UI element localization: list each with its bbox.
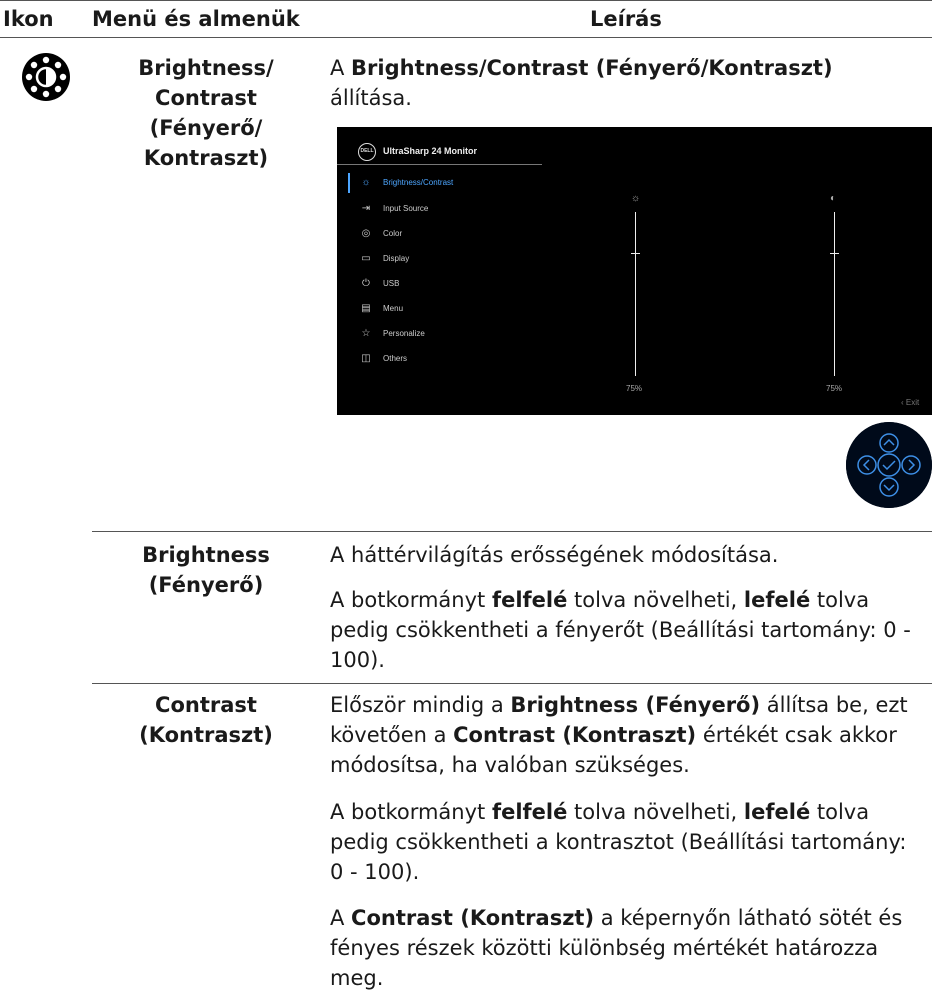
sun-icon: ☼: [361, 177, 371, 188]
description-brightness: A háttérvilágítás erősségének módosítása…: [330, 540, 920, 570]
menu-line: Kontraszt): [143, 146, 269, 170]
description-brightness-contrast: A Brightness/Contrast (Fényerő/Kontraszt…: [330, 53, 920, 113]
star-icon: ☆: [361, 328, 371, 339]
menu-brightness-contrast: Brightness/ Contrast (Fényerő/ Kontraszt…: [96, 53, 316, 173]
description-contrast-joystick: A botkormányt felfelé tolva növelheti, l…: [330, 797, 920, 887]
row-divider: [92, 531, 932, 532]
description-contrast-definition: A Contrast (Kontraszt) a képernyőn látha…: [330, 903, 920, 993]
row-divider: [92, 683, 932, 684]
brightness-contrast-icon: [20, 51, 72, 103]
osd-item-others[interactable]: ◫ Others: [337, 350, 537, 370]
desc-text: tolva növelheti,: [567, 800, 744, 824]
desc-bold: Contrast (Kontraszt): [453, 723, 697, 747]
description-contrast-order: Először mindig a Brightness (Fényerő) ál…: [330, 690, 920, 780]
desc-text: A botkormányt: [330, 588, 492, 612]
exit-button[interactable]: ‹ Exit: [901, 398, 919, 407]
desc-text: A: [330, 906, 352, 930]
menu-icon: ▤: [361, 303, 371, 314]
osd-item-personalize[interactable]: ☆ Personalize: [337, 325, 537, 345]
osd-screenshot: DELL UltraSharp 24 Monitor ☼ Brightness/…: [337, 127, 932, 415]
description-brightness-joystick: A botkormányt felfelé tolva növelheti, l…: [330, 585, 920, 675]
desc-text: A: [330, 56, 352, 80]
brightness-slider-handle[interactable]: [631, 253, 640, 254]
display-icon: ▭: [361, 253, 371, 264]
osd-item-brightness-contrast[interactable]: ☼ Brightness/Contrast: [337, 174, 537, 194]
dell-logo: DELL: [358, 143, 376, 161]
desc-text: tolva növelheti,: [567, 588, 744, 612]
desc-text: állítása.: [330, 86, 412, 110]
input-source-icon: ⇥: [361, 203, 371, 214]
osd-item-label: Color: [383, 229, 403, 238]
others-icon: ◫: [361, 353, 371, 364]
osd-divider: [337, 164, 542, 165]
osd-item-label: Personalize: [383, 329, 425, 338]
table-header: Ikon Menü és almenük Leírás: [0, 0, 932, 38]
usb-icon: ⏻: [362, 278, 370, 289]
osd-item-input-source[interactable]: ⇥ Input Source: [337, 200, 537, 220]
contrast-slider[interactable]: [834, 212, 835, 376]
menu-brightness: Brightness (Fényerő): [96, 540, 316, 600]
header-icon-column: Ikon: [3, 7, 54, 31]
osd-item-usb[interactable]: ⏻ USB: [337, 275, 537, 295]
brightness-slider[interactable]: [635, 212, 636, 376]
osd-item-label: Others: [383, 354, 408, 363]
contrast-slider-handle[interactable]: [830, 253, 839, 254]
osd-item-label: Display: [383, 254, 410, 263]
desc-bold: Contrast (Kontraszt): [351, 906, 595, 930]
desc-bold: Brightness (Fényerő): [510, 693, 761, 717]
osd-item-color[interactable]: ◎ Color: [337, 225, 537, 245]
chevron-left-icon: ‹: [901, 398, 904, 407]
header-menu-column: Menü és almenük: [92, 7, 300, 31]
contrast-icon: ◐: [830, 193, 837, 204]
osd-title: UltraSharp 24 Monitor: [383, 146, 478, 156]
header-description-column: Leírás: [590, 7, 662, 31]
contrast-value: 75%: [826, 384, 843, 393]
desc-text: Először mindig a: [330, 693, 511, 717]
menu-line: Contrast: [155, 693, 257, 717]
desc-bold: felfelé: [491, 800, 568, 824]
desc-paragraph: A háttérvilágítás erősségének módosítása…: [330, 543, 779, 567]
osd-item-label: Brightness/Contrast: [383, 178, 454, 187]
osd-item-menu[interactable]: ▤ Menu: [337, 300, 537, 320]
menu-line: Brightness: [142, 543, 270, 567]
desc-bold: lefelé: [743, 800, 811, 824]
brightness-value: 75%: [626, 384, 643, 393]
menu-line: Brightness/: [138, 56, 274, 80]
desc-bold: Brightness/Contrast (Fényerő/Kontraszt): [351, 56, 833, 80]
color-palette-icon: ◎: [361, 228, 371, 239]
desc-text: A botkormányt: [330, 800, 492, 824]
menu-line: (Fényerő/: [149, 116, 263, 140]
osd-item-label: USB: [383, 279, 400, 288]
joystick-graphic: [846, 422, 932, 508]
desc-bold: lefelé: [743, 588, 811, 612]
osd-item-label: Input Source: [383, 204, 429, 213]
menu-line: (Kontraszt): [139, 723, 273, 747]
brightness-sun-icon: ☼: [631, 193, 641, 204]
menu-line: Contrast: [155, 86, 257, 110]
exit-label: Exit: [905, 398, 920, 407]
menu-line: (Fényerő): [148, 573, 264, 597]
menu-contrast: Contrast (Kontraszt): [96, 690, 316, 750]
desc-bold: felfelé: [491, 588, 568, 612]
osd-item-display[interactable]: ▭ Display: [337, 250, 537, 270]
osd-item-label: Menu: [383, 304, 404, 313]
